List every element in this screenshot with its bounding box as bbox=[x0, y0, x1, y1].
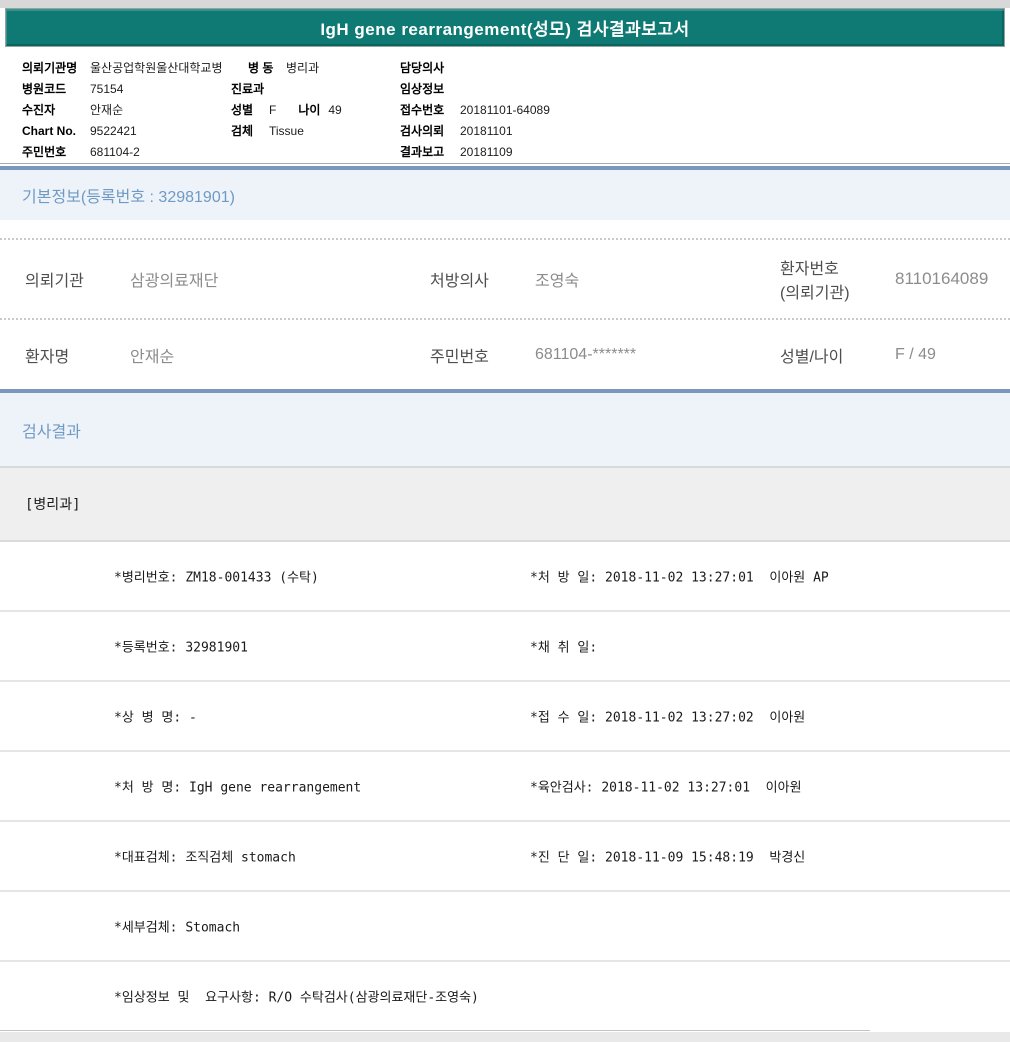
result-row-clinical-request: *임상정보 및 요구사항: R/O 수탁검사(삼광의료재단-조영숙) bbox=[0, 960, 1010, 1030]
field-resident-no: 주민번호 681104-2 bbox=[22, 141, 222, 162]
result-right-text: *처 방 일: 2018-11-02 13:27:01 이아원 AP bbox=[530, 570, 829, 586]
field-value: 9522421 bbox=[90, 123, 137, 138]
result-left-text: *대표검체: 조직검체 stomach bbox=[114, 850, 296, 866]
field-receipt-no: 접수번호 20181101-64089 bbox=[400, 99, 550, 120]
top-border-strip bbox=[0, 0, 1010, 8]
field-ward: 병 동 병리과 bbox=[231, 57, 342, 78]
report-title-bar: IgH gene rearrangement(성모) 검사결과보고서 bbox=[5, 8, 1005, 47]
results-table: *병리번호: ZM18-001433 (수탁) *처 방 일: 2018-11-… bbox=[0, 540, 1010, 1030]
field-attending-doctor: 담당의사 bbox=[400, 57, 550, 78]
result-left-text: *임상정보 및 요구사항: R/O 수탁검사(삼광의료재단-조영숙) bbox=[114, 990, 479, 1006]
patient-header-column-1: 의뢰기관명 울산공업학원울산대학교병 병원코드 75154 수진자 안재순 Ch… bbox=[22, 57, 222, 162]
cell-label-resident-no: 주민번호 bbox=[430, 348, 489, 366]
department-label: [병리과] bbox=[25, 497, 81, 513]
field-label: 병 동 bbox=[248, 61, 274, 75]
field-chart-no: Chart No. 9522421 bbox=[22, 120, 222, 141]
field-hospital-code: 병원코드 75154 bbox=[22, 78, 222, 99]
bottom-divider bbox=[0, 1030, 870, 1031]
result-row-diagnosis-name: *상 병 명: - *접 수 일: 2018-11-02 13:27:02 이아… bbox=[0, 680, 1010, 750]
field-specimen: 검체 Tissue bbox=[231, 120, 342, 141]
field-label: 수진자 bbox=[22, 103, 56, 117]
header-divider bbox=[0, 163, 1010, 164]
field-value: Tissue bbox=[269, 123, 304, 138]
result-row-pathology-no: *병리번호: ZM18-001433 (수탁) *처 방 일: 2018-11-… bbox=[0, 540, 1010, 610]
result-row-sub-specimen: *세부검체: Stomach bbox=[0, 890, 1010, 960]
result-right-text: *채 취 일: bbox=[530, 640, 598, 656]
field-value: 681104-2 bbox=[90, 144, 140, 159]
cell-value-requesting-institution: 삼광의료재단 bbox=[130, 273, 219, 290]
department-row: [병리과] bbox=[0, 468, 1010, 540]
field-label: Chart No. bbox=[22, 123, 76, 138]
field-label: 의뢰기관명 bbox=[22, 61, 78, 75]
field-sex-age: 성별 F 나이 49 bbox=[231, 99, 342, 120]
field-value: 20181101 bbox=[460, 123, 513, 138]
field-result-reported-date: 결과보고 20181109 bbox=[400, 141, 550, 162]
field-value: 안재순 bbox=[90, 103, 124, 117]
result-right-text: *접 수 일: 2018-11-02 13:27:02 이아원 bbox=[530, 710, 806, 726]
result-right-text: *육안검사: 2018-11-02 13:27:01 이아원 bbox=[530, 780, 802, 796]
patient-header-column-3: 담당의사 임상정보 접수번호 20181101-64089 검사의뢰 20181… bbox=[400, 57, 550, 162]
field-value: 20181101-64089 bbox=[460, 102, 550, 117]
cell-value-resident-no: 681104-******* bbox=[535, 345, 637, 363]
report-title: IgH gene rearrangement(성모) 검사결과보고서 bbox=[320, 20, 690, 39]
field-value: 20181109 bbox=[460, 144, 513, 159]
cell-label-prescribing-doctor: 처방의사 bbox=[430, 273, 489, 290]
patient-header-block: 의뢰기관명 울산공업학원울산대학교병 병원코드 75154 수진자 안재순 Ch… bbox=[0, 50, 1010, 163]
result-left-text: *처 방 명: IgH gene rearrangement bbox=[114, 780, 362, 796]
field-value: 49 bbox=[328, 102, 342, 117]
field-value: 울산공업학원울산대학교병 bbox=[90, 61, 223, 75]
result-right-text: *진 단 일: 2018-11-09 15:48:19 박경신 bbox=[530, 850, 806, 866]
cell-value-patient-name: 안재순 bbox=[130, 348, 175, 366]
result-left-text: *등록번호: 32981901 bbox=[114, 640, 248, 656]
field-label: 결과보고 bbox=[400, 145, 445, 159]
field-value: F bbox=[269, 102, 277, 117]
table-row: 의뢰기관 삼광의료재단 처방의사 조영숙 환자번호 (의뢰기관) 81101640… bbox=[0, 238, 1010, 318]
basic-info-table: 의뢰기관 삼광의료재단 처방의사 조영숙 환자번호 (의뢰기관) 81101640… bbox=[0, 220, 1010, 389]
result-row-main-specimen: *대표검체: 조직검체 stomach *진 단 일: 2018-11-09 1… bbox=[0, 820, 1010, 890]
basic-info-section-title: 기본정보(등록번호 : 32981901) bbox=[22, 189, 235, 206]
field-label: 검사의뢰 bbox=[400, 124, 445, 138]
bottom-section-strip bbox=[0, 1032, 1010, 1042]
field-department: 진료과 bbox=[231, 78, 342, 99]
field-examinee: 수진자 안재순 bbox=[22, 99, 222, 120]
patient-header-column-2: 병 동 병리과 진료과 성별 F 나이 49 검체 Tissue bbox=[231, 57, 342, 141]
result-row-order-name: *처 방 명: IgH gene rearrangement *육안검사: 20… bbox=[0, 750, 1010, 820]
result-left-text: *병리번호: ZM18-001433 (수탁) bbox=[114, 570, 319, 586]
field-label: 진료과 bbox=[231, 82, 265, 96]
cell-label-requesting-institution: 의뢰기관 bbox=[25, 273, 84, 290]
result-left-text: *상 병 명: - bbox=[114, 710, 197, 726]
field-label: 검체 bbox=[231, 124, 254, 138]
field-label: 담당의사 bbox=[400, 61, 445, 75]
field-test-requested-date: 검사의뢰 20181101 bbox=[400, 120, 550, 141]
field-label: 임상정보 bbox=[400, 82, 445, 96]
cell-value-sex-age: F / 49 bbox=[895, 345, 936, 363]
field-requesting-institution: 의뢰기관명 울산공업학원울산대학교병 bbox=[22, 57, 222, 78]
label-line-1: 환자번호 bbox=[780, 261, 839, 278]
cell-value-prescribing-doctor: 조영숙 bbox=[535, 273, 580, 290]
basic-info-section-header: 기본정보(등록번호 : 32981901) bbox=[0, 166, 1010, 220]
cell-label-patient-name: 환자명 bbox=[25, 348, 70, 366]
cell-label-patient-no: 환자번호 (의뢰기관) bbox=[780, 255, 895, 303]
field-label: 나이 bbox=[298, 103, 321, 117]
cell-label-sex-age: 성별/나이 bbox=[780, 348, 844, 366]
field-label: 주민번호 bbox=[22, 145, 67, 159]
result-row-registration-no: *등록번호: 32981901 *채 취 일: bbox=[0, 610, 1010, 680]
field-label: 접수번호 bbox=[400, 103, 445, 117]
field-clinical-info: 임상정보 bbox=[400, 78, 550, 99]
results-section-header: 검사결과 bbox=[0, 389, 1010, 466]
results-section-title: 검사결과 bbox=[22, 423, 81, 441]
table-row: 환자명 안재순 주민번호 681104-******* 성별/나이 F / 49 bbox=[0, 318, 1010, 389]
cell-value-patient-no: 8110164089 bbox=[895, 269, 989, 288]
result-left-text: *세부검체: Stomach bbox=[114, 920, 241, 936]
field-value: 병리과 bbox=[286, 61, 320, 75]
field-label: 성별 bbox=[231, 103, 254, 117]
label-line-2: (의뢰기관) bbox=[780, 285, 850, 302]
field-label: 병원코드 bbox=[22, 82, 67, 96]
field-value: 75154 bbox=[90, 81, 124, 96]
